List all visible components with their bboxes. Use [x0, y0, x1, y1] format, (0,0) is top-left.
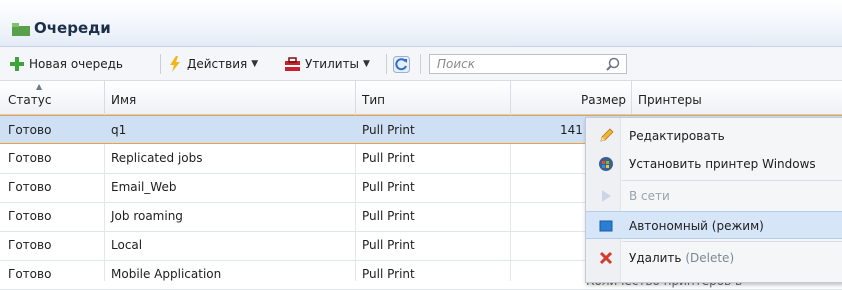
cell-status: Готово [8, 209, 52, 223]
cell-name: Email_Web [111, 180, 177, 194]
search-placeholder: Поиск [437, 57, 476, 71]
panel-title: Очереди [34, 19, 111, 37]
menu-item-set-windows-printer-label: Установить принтер Windows [629, 157, 816, 171]
column-header-size[interactable]: Размер [581, 93, 626, 107]
actions-menu-button[interactable]: Действия ▼ [168, 55, 258, 73]
cell-status: Готово [8, 180, 52, 194]
sort-asc-icon: ▲ [36, 82, 43, 91]
new-queue-label: Новая очередь [29, 57, 124, 71]
menu-item-offline-label: Автономный (режим) [629, 219, 764, 233]
column-divider[interactable] [355, 81, 356, 114]
play-icon [602, 190, 611, 202]
cell-type: Pull Print [362, 209, 415, 223]
chevron-down-icon: ▼ [251, 59, 259, 69]
menu-item-delete[interactable]: Удалить (Delete) [586, 244, 842, 272]
lightning-icon [170, 56, 180, 72]
windows-globe-icon [599, 157, 613, 171]
menu-separator [622, 180, 842, 181]
actions-label: Действия [187, 57, 248, 71]
toolbar: Новая очередь Действия ▼ Утилиты ▼ Поиск [0, 47, 842, 81]
toolbar-separator [160, 54, 161, 74]
context-menu: Редактировать Установить принтер Windows… [585, 117, 842, 283]
refresh-icon [393, 55, 410, 73]
menu-item-delete-label: Удалить (Delete) [629, 251, 734, 265]
column-header-type[interactable]: Тип [362, 93, 385, 107]
column-divider[interactable] [510, 81, 511, 114]
cell-name: Job roaming [111, 209, 183, 223]
cell-type: Pull Print [362, 123, 415, 137]
cell-status: Готово [8, 267, 52, 281]
utilities-menu-button[interactable]: Утилиты ▼ [284, 55, 370, 73]
cell-status: Готово [8, 151, 52, 165]
cell-status: Готово [8, 238, 52, 252]
cell-name: q1 [111, 123, 127, 137]
pencil-icon [600, 128, 614, 142]
cell-size: 141 [560, 123, 583, 137]
menu-separator [622, 241, 842, 242]
toolbar-separator [420, 54, 421, 74]
delete-text: Удалить [629, 251, 682, 265]
column-header-status[interactable]: Статус [8, 93, 51, 107]
new-queue-button[interactable]: Новая очередь [9, 55, 123, 73]
refresh-button[interactable] [393, 55, 410, 73]
cell-status: Готово [8, 123, 52, 137]
column-header-printers[interactable]: Принтеры [638, 93, 702, 107]
toolbox-icon [285, 56, 300, 71]
panel-header: Очереди [0, 0, 842, 47]
search-icon[interactable] [606, 57, 620, 71]
menu-item-edit[interactable]: Редактировать [586, 122, 842, 150]
cell-type: Pull Print [362, 180, 415, 194]
plus-icon [10, 57, 24, 71]
offline-square-icon [599, 220, 613, 232]
column-header-name[interactable]: Имя [111, 93, 136, 107]
menu-item-online[interactable]: В сети [586, 182, 842, 210]
chevron-down-icon: ▼ [363, 59, 370, 69]
menu-item-offline[interactable]: Автономный (режим) [586, 211, 842, 239]
column-divider[interactable] [631, 81, 632, 114]
column-divider[interactable] [104, 81, 105, 114]
cell-type: Pull Print [362, 267, 415, 281]
menu-item-online-label: В сети [629, 189, 670, 203]
queue-icon [12, 23, 30, 36]
toolbar-separator [386, 54, 387, 74]
grid-header: Статус ▲ Имя Тип Размер Принтеры [0, 81, 842, 115]
delete-shortcut: (Delete) [685, 251, 735, 265]
menu-item-set-windows-printer[interactable]: Установить принтер Windows [586, 150, 842, 178]
menu-item-edit-label: Редактировать [629, 129, 725, 143]
cell-name: Replicated jobs [111, 151, 203, 165]
utilities-label: Утилиты [305, 57, 360, 71]
cell-type: Pull Print [362, 151, 415, 165]
search-input[interactable]: Поиск [429, 54, 627, 74]
cell-name: Local [111, 238, 143, 252]
delete-x-icon [599, 251, 613, 265]
cell-name: Mobile Application [111, 267, 222, 281]
cell-type: Pull Print [362, 238, 415, 252]
